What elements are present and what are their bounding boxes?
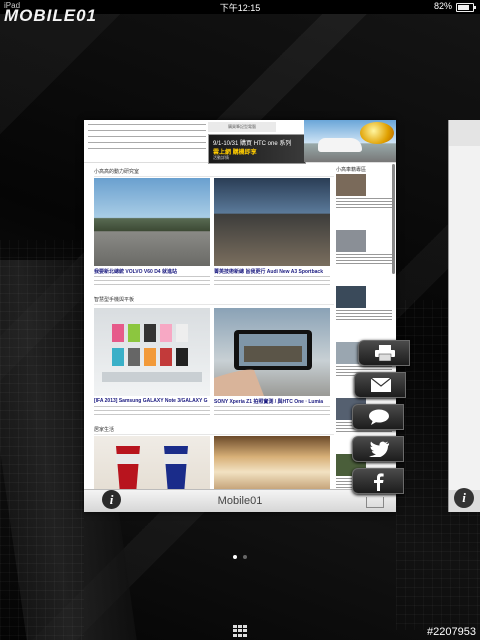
article-card[interactable]: [IFA 2013] Samsung GALAXY Note 3/GALAXY … [94,308,210,420]
ad-line-3: 活動詳情 [213,155,229,160]
email-button[interactable] [354,372,406,398]
article-image [214,436,330,496]
wallpaper-grid [0,240,84,640]
battery-fill [458,5,469,10]
card-footer: Mobile01 [84,489,396,512]
article-image [94,178,210,266]
section-title: 智慧型手機與平板 [94,297,135,303]
gold-badge [360,122,394,144]
sidebar-text [336,254,392,264]
next-page-card[interactable]: i [448,120,480,512]
sidebar-text [336,310,392,320]
site-intro-text [88,124,206,154]
sidebar-item[interactable] [336,174,392,208]
watermark: #2207953 [427,626,476,638]
article-snippet [214,276,330,288]
page-dot[interactable] [243,555,247,559]
article-caption[interactable]: [IFA 2013] Samsung GALAXY Note 3/GALAXY … [94,398,210,404]
article-image [94,308,210,396]
facebook-icon [374,473,384,491]
phone-cases-illustration [102,324,202,382]
app-logo: MOBILE01 [4,6,98,25]
printer-icon [375,345,395,361]
article-caption[interactable]: SONY Xperia Z1 拍照實測 / 與HTC One · Lumia [214,398,330,405]
ad-line-1: 9/1-10/31 購買 HTC one 系列 [213,141,292,147]
sidebar-title: 小高車籍專區 [336,167,367,173]
article-card[interactable] [94,436,210,496]
section-title: 小高高的動力研究室 [94,169,140,175]
ad-car-image[interactable] [304,120,396,162]
sidebar-thumb [336,286,366,308]
article-card[interactable]: SONY Xperia Z1 拍照實測 / 與HTC One · Lumia [214,308,330,420]
sidebar-thumb [336,230,366,252]
cups-illustration [116,446,188,494]
scrollbar[interactable] [392,164,395,274]
article-card[interactable]: 我要新北總統 VOLVO V60 D4 就進站 [94,178,210,290]
page-card[interactable]: 購買筆記型電腦 9/1-10/31 購買 HTC one 系列 雲上網 購機即享… [84,120,396,512]
sidebar-item[interactable] [336,230,392,264]
battery-percent: 82% [433,1,452,11]
article-image [94,436,210,496]
battery-icon [456,3,476,12]
info-icon[interactable]: i [454,488,474,508]
ad-small[interactable]: 購買筆記型電腦 [208,122,276,132]
section-title: 居家生活 [94,427,115,433]
article-card[interactable]: 菁英技術新總 旨我更行 Audi New A3 Sportback [214,178,330,290]
facebook-button[interactable] [352,468,404,494]
twitter-button[interactable] [352,436,404,462]
info-icon[interactable]: i [102,490,121,509]
article-image [214,308,330,396]
message-button[interactable] [352,404,404,430]
print-button[interactable] [358,340,410,366]
car-shape [318,138,362,152]
article-image [214,178,330,266]
next-page-thumb [449,120,480,146]
sidebar-text [336,198,392,208]
ad-banner[interactable]: 9/1-10/31 購買 HTC one 系列 雲上網 購機即享 活動詳情 [208,134,306,164]
divider [94,304,334,305]
divider [94,434,334,435]
page-indicator[interactable] [0,546,480,564]
sidebar-thumb [336,174,366,196]
article-snippet [94,276,210,288]
article-snippet [214,406,330,418]
grid-menu-icon[interactable] [233,625,247,637]
article-caption[interactable]: 菁英技術新總 旨我更行 Audi New A3 Sportback [214,268,330,275]
envelope-icon [370,377,392,392]
phone-in-hand-illustration [214,330,312,396]
card-title: Mobile01 [217,495,263,507]
article-snippet [94,406,210,418]
speech-bubble-icon [369,409,389,425]
page-dot-active[interactable] [233,555,237,559]
twitter-bird-icon [369,441,390,457]
site-header: 購買筆記型電腦 9/1-10/31 購買 HTC one 系列 雲上網 購機即享… [84,120,396,164]
sidebar-item[interactable] [336,286,392,320]
article-card[interactable] [214,436,330,496]
tray-icon[interactable] [366,497,384,508]
article-caption[interactable]: 我要新北總統 VOLVO V60 D4 就進站 [94,268,210,275]
divider [94,176,334,177]
